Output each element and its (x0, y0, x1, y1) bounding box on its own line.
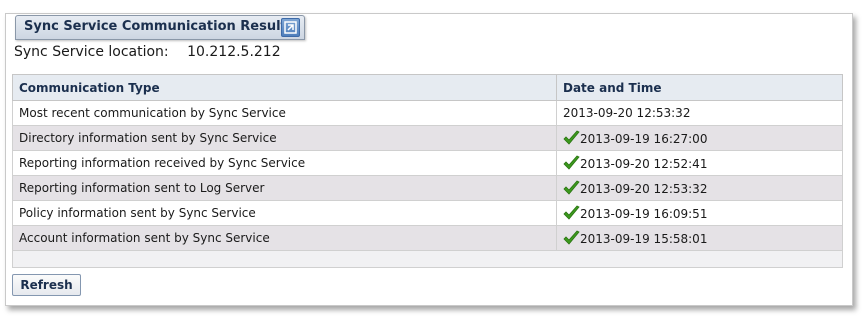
date-time-cell: 2013-09-20 12:52:41 (556, 150, 843, 176)
date-time-cell: 2013-09-20 12:53:32 (556, 100, 843, 126)
date-time-value: 2013-09-20 12:53:32 (563, 106, 691, 120)
communication-type-cell: Directory information sent by Sync Servi… (12, 125, 557, 151)
date-time-value: 2013-09-20 12:53:32 (580, 182, 708, 196)
date-time-cell: 2013-09-19 15:58:01 (556, 225, 843, 251)
date-time-value: 2013-09-19 16:27:00 (580, 132, 708, 146)
check-icon (563, 155, 580, 170)
panel-title: Sync Service Communication Results (24, 19, 295, 34)
communication-type-cell: Reporting information received by Sync S… (12, 150, 557, 176)
sync-service-location: Sync Service location: 10.212.5.212 (14, 44, 281, 60)
table-row: Account information sent by Sync Service… (12, 225, 843, 251)
communication-type-cell: Policy information sent by Sync Service (12, 200, 557, 226)
check-icon (563, 205, 580, 220)
refresh-button[interactable]: Refresh (12, 274, 81, 296)
empty-row (12, 250, 843, 268)
communication-type-cell: Reporting information sent to Log Server (12, 175, 557, 201)
communication-table: Communication Type Date and Time Most re… (12, 74, 843, 268)
column-header-date-time: Date and Time (556, 74, 843, 101)
date-time-value: 2013-09-20 12:52:41 (580, 157, 708, 171)
date-time-value: 2013-09-19 16:09:51 (580, 207, 708, 221)
panel-header: Sync Service Communication Results (15, 15, 305, 40)
date-time-cell: 2013-09-19 16:09:51 (556, 200, 843, 226)
location-value: 10.212.5.212 (187, 44, 281, 60)
communication-type-cell: Most recent communication by Sync Servic… (12, 100, 557, 126)
communication-type-cell: Account information sent by Sync Service (12, 225, 557, 251)
location-label: Sync Service location: (14, 44, 169, 60)
date-time-cell: 2013-09-20 12:53:32 (556, 175, 843, 201)
table-row: Most recent communication by Sync Servic… (12, 100, 843, 126)
check-icon (563, 180, 580, 195)
table-row: Directory information sent by Sync Servi… (12, 125, 843, 151)
check-icon (563, 230, 580, 245)
table-row: Reporting information sent to Log Server… (12, 175, 843, 201)
table-row: Reporting information received by Sync S… (12, 150, 843, 176)
table-header-row: Communication Type Date and Time (12, 74, 843, 101)
date-time-cell: 2013-09-19 16:27:00 (556, 125, 843, 151)
table-row: Policy information sent by Sync Service … (12, 200, 843, 226)
collapse-icon[interactable] (281, 18, 300, 37)
table-footer-spacer (12, 250, 843, 268)
date-time-value: 2013-09-19 15:58:01 (580, 232, 708, 246)
column-header-communication-type: Communication Type (12, 74, 557, 101)
check-icon (563, 130, 580, 145)
results-panel: Sync Service Communication Results Sync … (5, 13, 853, 306)
